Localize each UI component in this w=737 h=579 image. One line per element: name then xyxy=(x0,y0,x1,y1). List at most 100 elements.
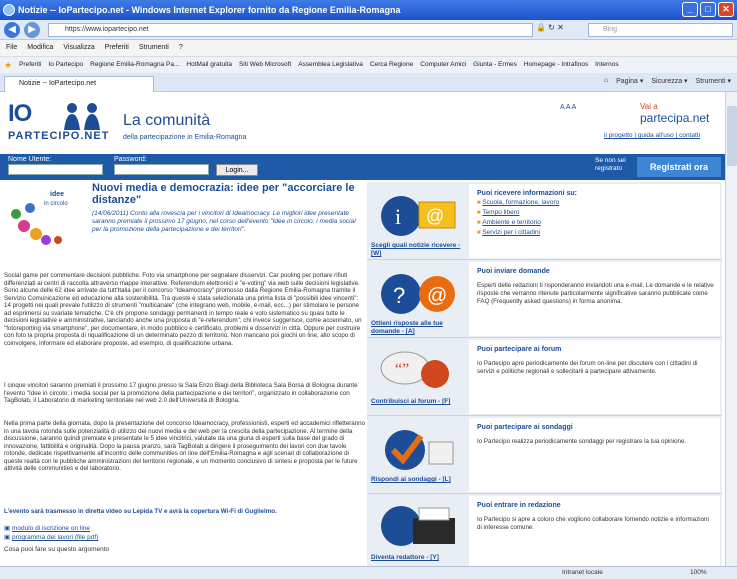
site-subtitle: della partecipazione in Emilia-Romagna xyxy=(123,134,247,141)
menu-help[interactable]: ? xyxy=(179,40,183,56)
site-title: La comunità xyxy=(123,112,211,129)
idee-in-circolo-image: idee in circolo xyxy=(6,184,84,252)
article-para-1: Social game per commentare decisioni pub… xyxy=(4,272,362,347)
password-input[interactable] xyxy=(114,164,209,175)
panel-row-notizie: i @ Scegli quali notizie ricevere - [W] … xyxy=(367,182,722,260)
panel-caption-forum[interactable]: Contribuisci ai forum - [F] xyxy=(371,398,471,406)
doc-link-programma[interactable]: programma dei lavori (file pdf) xyxy=(12,534,98,541)
scrollbar-thumb[interactable] xyxy=(727,106,737,166)
domande-question-icon: ? @ xyxy=(381,274,455,314)
security-zone: Intranet locale xyxy=(562,569,603,576)
svg-text:@: @ xyxy=(426,206,444,226)
panel-row-domande: ? @ Ottieni risposte alle tue domande - … xyxy=(367,260,722,338)
ie-icon xyxy=(3,4,15,16)
refresh-stop-icons[interactable]: 🔒 ↻ ✕ xyxy=(536,23,564,32)
back-icon[interactable]: ◀ xyxy=(4,22,20,38)
cmd-sicurezza[interactable]: Sicurezza ▾ xyxy=(651,77,687,85)
password-label: Password: xyxy=(114,156,147,163)
command-bar: ⌂ Pagina ▾ Sicurezza ▾ Strumenti ▾ xyxy=(604,77,731,85)
login-button[interactable]: Login... xyxy=(216,164,258,176)
cmd-strumenti[interactable]: Strumenti ▾ xyxy=(696,77,731,85)
favorites-bar: ★ Preferiti Io Partecipo Regione Emilia-… xyxy=(0,56,737,73)
article-para-3: Nella prima parte della giornata, dopo l… xyxy=(4,420,366,472)
menu-visualizza[interactable]: Visualizza xyxy=(63,40,94,56)
article-title[interactable]: Nuovi media e democrazia: idee per "acco… xyxy=(92,182,362,206)
fav-item[interactable]: Siti Web Microsoft xyxy=(239,57,291,73)
menu-strumenti[interactable]: Strumenti xyxy=(139,40,169,56)
site-header: IO PARTECIPO.NET La comunità della parte… xyxy=(0,92,725,154)
menu-bar: File Modifica Visualizza Preferiti Strum… xyxy=(0,40,737,56)
article-docs: ▣ modulo di iscrizione on line ▣ program… xyxy=(4,524,98,542)
panel-caption-redazione[interactable]: Diventa redattore - [Y] xyxy=(371,554,471,562)
login-bar: Nome Utente: Password: Login... Se non s… xyxy=(0,154,725,180)
link-ambiente[interactable]: Ambiente e territorio xyxy=(482,219,541,226)
minimize-button[interactable]: _ xyxy=(682,2,698,17)
panel-row-redazione: Diventa redattore - [Y] Puoi entrare in … xyxy=(367,494,722,566)
username-input[interactable] xyxy=(8,164,103,175)
panel-row-sondaggi: Rispondi ai sondaggi - [L] Puoi partecip… xyxy=(367,416,722,494)
url-field[interactable]: https://www.iopartecipo.net xyxy=(48,23,533,37)
svg-text:idee: idee xyxy=(50,191,64,198)
doc-link-modulo[interactable]: modulo di iscrizione on line xyxy=(12,525,90,532)
article-para-2: I cinque vincitori saranno premiati il p… xyxy=(4,382,358,404)
panel-caption-notizie[interactable]: Scegli quali notizie ricevere - [W] xyxy=(371,242,471,258)
panel-box-forum: Puoi partecipare ai forum Io Partecipo a… xyxy=(469,340,720,414)
forward-icon[interactable]: ▶ xyxy=(24,22,40,38)
vai-a-link[interactable]: Vai a partecipa.net xyxy=(640,102,725,125)
tab-notizie[interactable]: Notizie -- IoPartecipo.net xyxy=(4,76,154,92)
fav-item[interactable]: Assemblea Legislativa xyxy=(298,57,363,73)
zoom-level[interactable]: 100% xyxy=(690,567,707,579)
star-icon: ★ xyxy=(4,60,13,70)
panel-box-notizie: Puoi ricevere informazioni su: Scuola, f… xyxy=(469,184,720,258)
link-servizi[interactable]: Servizi per i cittadini xyxy=(482,229,540,236)
article-intro: (14/06/2011) Conto alla rovescia per i v… xyxy=(92,210,356,233)
status-bar: Intranet locale 100% xyxy=(0,566,737,579)
menu-preferiti[interactable]: Preferiti xyxy=(105,40,129,56)
username-label: Nome Utente: xyxy=(8,156,52,163)
web-page: IO PARTECIPO.NET La comunità della parte… xyxy=(0,92,725,566)
svg-text:“”: “” xyxy=(395,361,409,378)
close-button[interactable]: ✕ xyxy=(718,2,734,17)
maximize-button[interactable]: □ xyxy=(700,2,716,17)
cmd-pagina[interactable]: Pagina ▾ xyxy=(616,77,643,85)
fav-item[interactable]: Homepage - Intrafinos xyxy=(524,57,588,73)
register-button[interactable]: Registrati ora xyxy=(637,157,721,177)
home-icon[interactable]: ⌂ xyxy=(604,77,608,85)
doc-icon: ▣ xyxy=(4,525,11,532)
text-size-controls[interactable]: A A A xyxy=(560,104,576,111)
fav-item[interactable]: Computer Amici xyxy=(420,57,466,73)
menu-file[interactable]: File xyxy=(6,40,17,56)
panel-caption-sondaggi[interactable]: Rispondi ai sondaggi - [L] xyxy=(371,476,471,484)
fav-item[interactable]: Internos xyxy=(595,57,619,73)
link-tempo-libero[interactable]: Tempo libero xyxy=(482,209,519,216)
fav-item[interactable]: HotMail gratuita xyxy=(186,57,232,73)
svg-text:@: @ xyxy=(427,285,447,307)
fav-item[interactable]: Regione Emilia-Romagna Pa... xyxy=(90,57,179,73)
svg-text:i: i xyxy=(395,204,401,229)
header-links[interactable]: il progetto | guida all'uso | contatti xyxy=(604,132,700,139)
window-titlebar: Notizie -- IoPartecipo.net - Windows Int… xyxy=(0,0,737,20)
fav-item[interactable]: Giunta - Ermes xyxy=(473,57,517,73)
vertical-scrollbar[interactable] xyxy=(725,92,737,566)
link-scuola[interactable]: Scuola, formazione, lavoro xyxy=(482,199,559,206)
cosa-puoi-fare: Cosa puoi fare su questo argomento xyxy=(4,546,110,553)
panel-row-forum: “” Contribuisci ai forum - [F] Puoi part… xyxy=(367,338,722,416)
search-input[interactable]: Bing xyxy=(588,23,733,37)
favorites-button[interactable]: Preferiti xyxy=(19,57,41,73)
panel-box-domande: Puoi inviare domande Esperti delle redaz… xyxy=(469,262,720,336)
doc-icon: ▣ xyxy=(4,534,11,541)
menu-modifica[interactable]: Modifica xyxy=(27,40,53,56)
svg-text:in circolo: in circolo xyxy=(44,201,68,207)
not-registered-text: Se non sei registrato xyxy=(595,157,626,172)
site-logo[interactable]: IO PARTECIPO.NET xyxy=(8,100,108,148)
panel-box-sondaggi: Puoi partecipare ai sondaggi Io Partecip… xyxy=(469,418,720,492)
fav-item[interactable]: Io Partecipo xyxy=(48,57,83,73)
people-logo-icon xyxy=(64,103,100,130)
svg-text:?: ? xyxy=(393,283,405,308)
address-bar: ◀ ▶ https://www.iopartecipo.net 🔒 ↻ ✕ Bi… xyxy=(0,20,737,40)
panel-box-redazione: Puoi entrare in redazione Io Partecipo s… xyxy=(469,496,720,566)
panel-caption-domande[interactable]: Ottieni risposte alle tue domande - [A] xyxy=(371,320,471,336)
window-title: Notizie -- IoPartecipo.net - Windows Int… xyxy=(18,5,401,15)
fav-item[interactable]: Cerca Regione xyxy=(370,57,413,73)
services-panel: i @ Scegli quali notizie ricevere - [W] … xyxy=(367,182,722,566)
